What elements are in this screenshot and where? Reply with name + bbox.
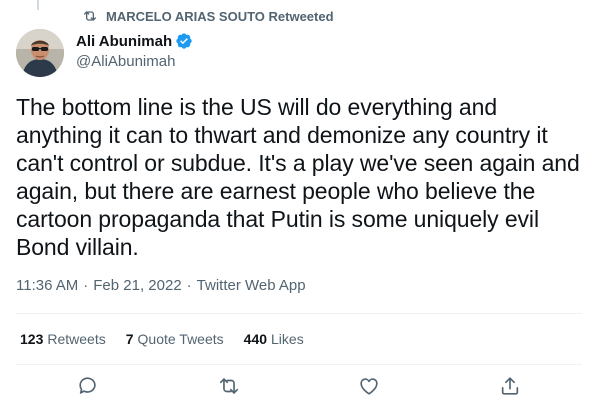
retweet-button[interactable] [217, 376, 241, 400]
author-handle[interactable]: @AliAbunimah [76, 53, 193, 71]
retweet-icon [82, 8, 98, 24]
quote-tweets-label: Quote Tweets [137, 331, 224, 347]
retweet-icon [218, 375, 240, 402]
reply-button[interactable] [76, 376, 100, 400]
retweets-label: Retweets [47, 331, 106, 347]
share-icon [499, 375, 521, 402]
divider [16, 313, 582, 314]
reply-icon [77, 375, 99, 402]
meta-separator: · [186, 277, 192, 294]
tweet-time[interactable]: 11:36 AM [16, 277, 78, 294]
action-bar [0, 376, 598, 404]
author-block: Ali Abunimah @AliAbunimah [76, 31, 193, 71]
like-button[interactable] [357, 376, 381, 400]
share-button[interactable] [498, 376, 522, 400]
quote-tweets-stat[interactable]: 7 Quote Tweets [126, 331, 224, 347]
retweets-stat[interactable]: 123 Retweets [20, 331, 106, 347]
thread-connector [37, 0, 39, 10]
meta-separator: · [83, 277, 89, 294]
engagement-stats: 123 Retweets 7 Quote Tweets 440 Likes [20, 331, 324, 347]
likes-label: Likes [271, 331, 304, 347]
divider [16, 364, 582, 365]
heart-icon [358, 375, 380, 402]
quote-tweets-count: 7 [125, 331, 134, 347]
likes-stat[interactable]: 440 Likes [244, 331, 304, 347]
author-name[interactable]: Ali Abunimah [76, 33, 172, 50]
tweet-meta: 11:36 AM · Feb 21, 2022 · Twitter Web Ap… [16, 277, 306, 294]
retweet-context[interactable]: MARCELO ARIAS SOUTO Retweeted [82, 7, 334, 25]
likes-count: 440 [243, 331, 268, 347]
avatar[interactable] [16, 29, 64, 77]
tweet-source[interactable]: Twitter Web App [197, 277, 306, 294]
tweet-text: The bottom line is the US will do everyt… [16, 94, 580, 260]
retweets-count: 123 [20, 331, 44, 347]
retweet-label: MARCELO ARIAS SOUTO Retweeted [106, 8, 334, 24]
tweet-date[interactable]: Feb 21, 2022 [93, 277, 181, 294]
verified-badge-icon [175, 32, 193, 50]
